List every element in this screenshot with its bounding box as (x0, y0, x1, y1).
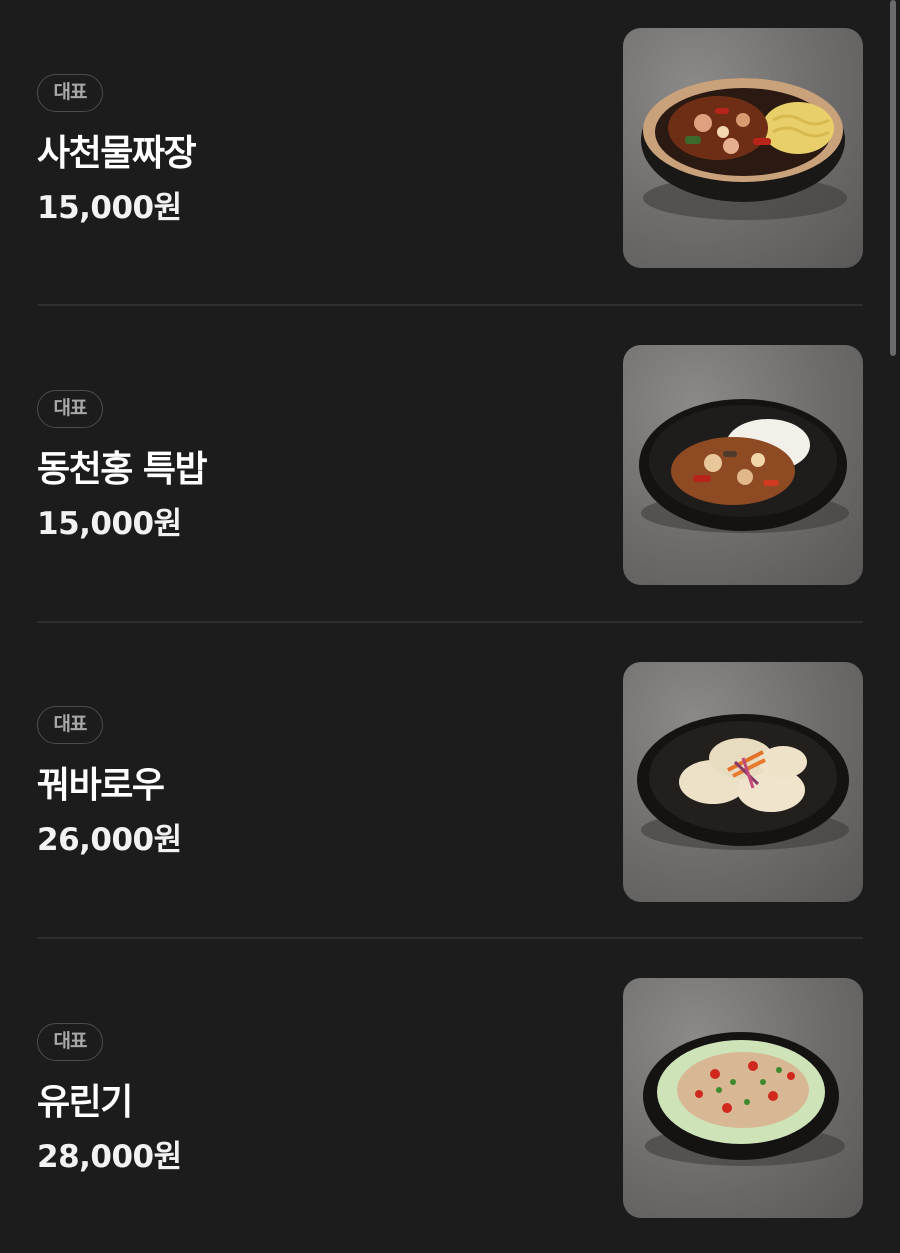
dish-image[interactable] (623, 978, 863, 1218)
rice-bowl-photo-icon (639, 399, 849, 533)
menu-item-price: 15,000원 (37, 506, 182, 542)
dish-image[interactable] (623, 662, 863, 902)
menu-item[interactable]: 대표 꿔바로우 26,000원 (0, 621, 900, 937)
fried-chicken-salad-plate-photo-icon (643, 1032, 845, 1166)
menu-item-price: 15,000원 (37, 190, 182, 226)
menu-item-name: 꿔바로우 (37, 765, 165, 806)
menu-item[interactable]: 대표 사천물짜장 15,000원 (0, 0, 900, 316)
dish-image[interactable] (623, 28, 863, 268)
signature-badge: 대표 (37, 390, 103, 428)
menu-item-name: 유린기 (37, 1082, 133, 1123)
divider (37, 621, 863, 623)
menu-list: 대표 사천물짜장 15,000원 대표 동천홍 특밥 15,000원 대표 꿔바… (0, 0, 900, 1248)
dish-image[interactable] (623, 345, 863, 585)
signature-badge: 대표 (37, 74, 103, 112)
menu-item[interactable]: 대표 유린기 28,000원 (0, 937, 900, 1253)
menu-item[interactable]: 대표 동천홍 특밥 15,000원 (0, 304, 900, 620)
menu-item-name: 사천물짜장 (37, 133, 197, 174)
sweet-sour-pork-plate-photo-icon (637, 714, 849, 850)
divider (37, 304, 863, 306)
menu-item-price: 26,000원 (37, 822, 182, 858)
divider (37, 937, 863, 939)
signature-badge: 대표 (37, 1023, 103, 1061)
menu-item-name: 동천홍 특밥 (37, 449, 208, 490)
menu-item-price: 28,000원 (37, 1139, 182, 1175)
jjajang-noodle-bowl-photo-icon (641, 78, 847, 220)
scrollbar[interactable] (890, 0, 896, 356)
signature-badge: 대표 (37, 706, 103, 744)
